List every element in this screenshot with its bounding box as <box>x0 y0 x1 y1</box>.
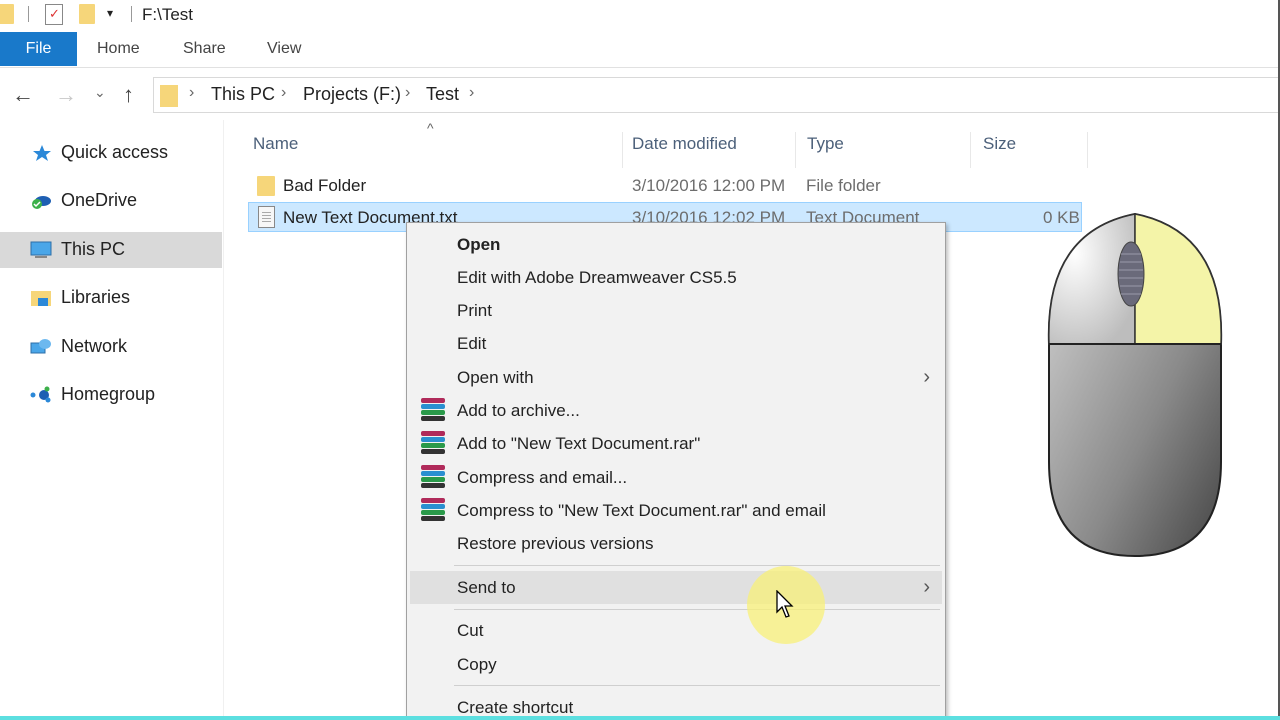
back-arrow-icon[interactable]: ← <box>12 82 34 108</box>
menu-item-compress-to-rar-and-email[interactable]: Compress to "New Text Document.rar" and … <box>410 494 942 527</box>
menu-item-print[interactable]: Print <box>410 294 942 327</box>
sidebar-label: Network <box>61 336 128 356</box>
menu-item-add-to-archive[interactable]: Add to archive... <box>410 394 942 427</box>
address-bar[interactable]: › This PC › Projects (F:) › Test › <box>153 77 1280 113</box>
new-folder-icon[interactable] <box>79 4 95 24</box>
sidebar-label: OneDrive <box>61 190 138 210</box>
menu-label: Open <box>457 235 501 254</box>
sidebar-item-libraries[interactable]: Libraries <box>0 280 222 316</box>
menu-item-edit-dreamweaver[interactable]: Edit with Adobe Dreamweaver CS5.5 <box>410 261 942 294</box>
breadcrumb-separator[interactable]: › <box>189 84 194 102</box>
chevron-right-icon: › <box>923 366 930 388</box>
menu-label: Compress and email... <box>457 468 628 487</box>
menu-label: Open with <box>457 368 534 387</box>
menu-item-cut[interactable]: Cut <box>410 614 942 647</box>
sidebar-item-homegroup[interactable]: Homegroup <box>0 377 222 413</box>
menu-item-open-with[interactable]: Open with › <box>410 361 942 394</box>
breadcrumb-separator[interactable]: › <box>281 84 286 102</box>
sidebar-label: Libraries <box>61 287 131 307</box>
star-icon <box>33 145 51 161</box>
tab-home[interactable]: Home <box>97 32 140 66</box>
column-header-name[interactable]: Name <box>241 132 623 168</box>
menu-item-restore-previous-versions[interactable]: Restore previous versions <box>410 527 942 560</box>
menu-label: Create shortcut <box>457 698 574 717</box>
network-icon <box>30 339 51 354</box>
winrar-icon <box>421 398 445 422</box>
libraries-icon <box>31 291 51 306</box>
winrar-icon <box>421 465 445 489</box>
context-menu: Open Edit with Adobe Dreamweaver CS5.5 P… <box>406 222 946 720</box>
menu-item-open[interactable]: Open <box>410 228 942 261</box>
properties-icon[interactable] <box>45 4 63 25</box>
mouse-right-click-illustration-icon <box>1047 212 1223 558</box>
menu-label: Cut <box>457 621 484 640</box>
folder-icon <box>160 85 178 107</box>
column-header-date-modified[interactable]: Date modified <box>620 132 796 168</box>
toolbar-separator <box>28 6 29 22</box>
menu-label: Compress to "New Text Document.rar" and … <box>457 501 826 520</box>
menu-separator <box>454 609 940 610</box>
menu-label: Add to archive... <box>457 401 580 420</box>
sidebar-item-onedrive[interactable]: OneDrive <box>0 183 222 219</box>
sidebar-label: Quick access <box>61 142 169 162</box>
navigation-pane: Quick access OneDrive This PC Libraries … <box>0 120 224 720</box>
tab-view[interactable]: View <box>267 32 301 66</box>
menu-label: Edit with Adobe Dreamweaver CS5.5 <box>457 268 737 287</box>
file-row[interactable]: Bad Folder 3/10/2016 12:00 PM File folde… <box>248 171 1082 201</box>
computer-icon <box>30 241 52 258</box>
breadcrumb-separator[interactable]: › <box>469 84 474 102</box>
breadcrumb-projects[interactable]: Projects (F:) <box>303 84 401 105</box>
file-name: Bad Folder <box>283 176 367 195</box>
recent-locations-chevron-icon[interactable]: ⌄ <box>94 84 106 101</box>
menu-item-add-to-rar[interactable]: Add to "New Text Document.rar" <box>410 427 942 460</box>
winrar-icon <box>421 498 445 522</box>
folder-icon[interactable] <box>0 4 14 24</box>
navigation-bar: ← → ⌄ ↑ › This PC › Projects (F:) › Test… <box>0 70 1280 120</box>
sidebar-item-quick-access[interactable]: Quick access <box>0 135 222 171</box>
text-file-icon <box>258 206 275 228</box>
homegroup-icon <box>30 386 51 403</box>
tab-share[interactable]: Share <box>183 32 226 66</box>
breadcrumb-separator[interactable]: › <box>405 84 410 102</box>
sidebar-label: This PC <box>61 239 126 259</box>
onedrive-icon <box>32 196 51 209</box>
chevron-right-icon: › <box>923 576 930 598</box>
menu-item-compress-and-email[interactable]: Compress and email... <box>410 461 942 494</box>
column-header-type[interactable]: Type <box>795 132 971 168</box>
menu-item-copy[interactable]: Copy <box>410 648 942 681</box>
column-header-size[interactable]: Size <box>971 132 1088 168</box>
tab-file[interactable]: File <box>0 32 77 66</box>
menu-item-edit[interactable]: Edit <box>410 327 942 360</box>
menu-label: Edit <box>457 334 487 353</box>
customize-dropdown-icon[interactable]: ▾ <box>107 6 113 20</box>
toolbar-separator <box>131 6 132 22</box>
ribbon-tabs: File Home Share View <box>0 32 1280 68</box>
menu-label: Copy <box>457 655 497 674</box>
sidebar-label: Homegroup <box>61 384 156 404</box>
menu-separator <box>454 565 940 566</box>
menu-label: Restore previous versions <box>457 534 654 553</box>
winrar-icon <box>421 431 445 455</box>
up-arrow-icon[interactable]: ↑ <box>123 82 134 108</box>
menu-separator <box>454 685 940 686</box>
file-type: File folder <box>806 176 881 195</box>
menu-label: Add to "New Text Document.rar" <box>457 434 701 453</box>
sidebar-item-this-pc[interactable]: This PC <box>0 232 222 268</box>
mouse-pointer-icon <box>776 590 794 618</box>
folder-icon <box>257 176 275 196</box>
menu-item-send-to[interactable]: Send to › <box>410 571 942 604</box>
menu-label: Print <box>457 301 492 320</box>
window-title: F:\Test <box>142 5 194 24</box>
menu-label: Send to <box>457 578 516 597</box>
title-bar: ▾ F:\Test <box>0 0 1280 32</box>
forward-arrow-icon[interactable]: → <box>55 82 77 108</box>
file-date: 3/10/2016 12:00 PM <box>632 176 786 195</box>
taskbar-edge <box>0 716 1280 720</box>
sidebar-item-network[interactable]: Network <box>0 329 222 365</box>
breadcrumb-this-pc[interactable]: This PC <box>211 84 275 105</box>
breadcrumb-test[interactable]: Test <box>426 84 459 105</box>
